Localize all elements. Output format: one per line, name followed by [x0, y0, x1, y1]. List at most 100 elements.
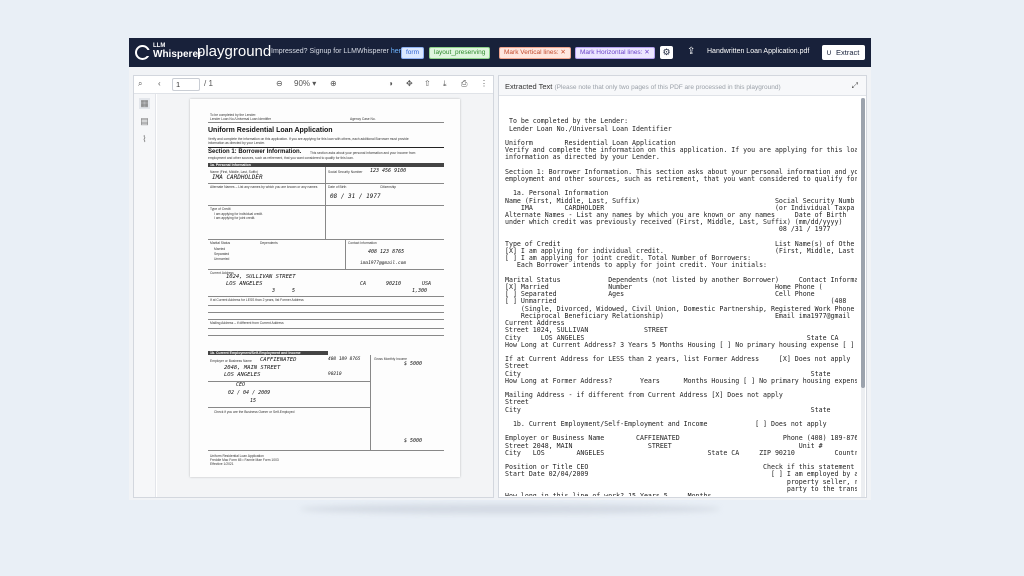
- download-icon[interactable]: ⤓: [443, 79, 447, 89]
- mailing-address-label: Mailing Address – if different from Curr…: [210, 321, 284, 325]
- footer-line-3: Effective 1/2021: [210, 462, 234, 466]
- rule: [208, 319, 444, 320]
- street-value: 1024, SULLIVAN STREET: [226, 274, 296, 280]
- text-scrollbar-thumb[interactable]: [861, 98, 865, 388]
- pdf-sidebar: ▦ ▤ ⌇: [134, 94, 156, 497]
- extract-magnet-icon: ∪: [826, 48, 832, 57]
- tag-mark-horizontal-lines[interactable]: Mark Horizontal lines: ✕: [575, 47, 655, 59]
- logo-ring-icon: [135, 45, 151, 60]
- rule: [208, 305, 444, 306]
- thumbnails-icon[interactable]: ▦: [139, 98, 150, 109]
- extract-button-label: Extract: [836, 48, 860, 57]
- section1-heading: Section 1: Borrower Information.: [208, 149, 302, 155]
- rent-value: 1,300: [412, 288, 428, 294]
- extract-button[interactable]: ∪ Extract: [822, 45, 865, 60]
- verify-text-2: information as directed by your Lender.: [208, 141, 265, 145]
- rule: [208, 205, 444, 206]
- logo-whisperer-text: Whisperer: [153, 49, 202, 60]
- base-income-value: $ 5000: [404, 361, 423, 367]
- pdf-page-area: To be completed by the Lender: Lender Lo…: [157, 94, 493, 497]
- promo-text: Impressed? Signup for LLMWhisperer: [271, 48, 391, 55]
- rule: [345, 239, 346, 269]
- employer-phone: 408 189 8765: [328, 357, 361, 362]
- expand-icon[interactable]: ⤢: [852, 81, 858, 91]
- pdf-page: To be completed by the Lender: Lender Lo…: [190, 99, 460, 477]
- tag-mark-vertical-lines[interactable]: Mark Vertical lines: ✕: [499, 47, 571, 59]
- search-icon[interactable]: ⌕: [138, 79, 142, 89]
- years-in-line-value: 15: [250, 398, 257, 404]
- processing-note: (Please note that only two pages of this…: [554, 84, 781, 91]
- rule: [208, 407, 370, 408]
- zip-value: 90210: [386, 281, 402, 287]
- rule: [208, 147, 444, 148]
- unmarried-option: Unmarried: [214, 257, 230, 261]
- rule: [208, 335, 444, 336]
- share-icon[interactable]: ⇧: [424, 79, 431, 88]
- email-value: ima1977@gmail.com: [360, 261, 407, 266]
- extracted-text-label: Extracted Text: [505, 82, 553, 91]
- settings-gear-icon[interactable]: ⚙: [660, 46, 673, 59]
- zoom-out-icon[interactable]: ⊖: [276, 79, 283, 88]
- rule: [208, 450, 444, 451]
- text-scrollbar[interactable]: [861, 98, 865, 497]
- page-total: / 1: [204, 79, 213, 88]
- dependents-label: Dependents: [260, 241, 278, 245]
- extracted-text-content: To be completed by the Lender: Lender Lo…: [505, 117, 857, 496]
- city-value: LOS ANGELES: [226, 281, 263, 287]
- section1-text: This section asks about your personal in…: [310, 151, 416, 155]
- section1-text-2: employment and other sources, such as re…: [208, 156, 354, 160]
- print-icon[interactable]: ⎙: [461, 79, 467, 89]
- citizenship-label: Citizenship: [380, 185, 397, 189]
- pdf-viewer-panel: ⌕ ‹ 1 / 1 ⊖ 90% ▾ ⊕ ◑ ✥ ⇧ ⤓ ⎙ ⋮ ▦ ▤ ⌇ To…: [133, 75, 494, 498]
- gross-income-label: Gross Monthly Income: [374, 357, 407, 361]
- mode-tag-layout-preserving[interactable]: layout_preserving: [429, 47, 491, 59]
- extracted-text-header: Extracted Text (Please note that only tw…: [499, 76, 866, 96]
- page-number-input[interactable]: 1: [172, 78, 200, 91]
- zoom-level-select[interactable]: 90% ▾: [294, 79, 316, 88]
- rule: [208, 296, 444, 297]
- separated-option: Separated: [214, 252, 230, 256]
- personal-info-heading: 1a. Personal Information: [210, 163, 251, 167]
- type-credit-label: Type of Credit: [210, 207, 231, 211]
- cell-value: 408 123 8765: [368, 249, 405, 255]
- signup-promo: Impressed? Signup for LLMWhisperer here: [271, 48, 405, 55]
- employer-zip: 90210: [328, 372, 342, 377]
- mode-tag-form[interactable]: form: [401, 47, 424, 59]
- rule: [208, 312, 444, 313]
- form-title: Uniform Residential Loan Application: [208, 127, 333, 134]
- contact-label: Contact Information: [348, 241, 377, 245]
- state-value: CA: [360, 281, 367, 287]
- start-date-value: 02 / 04 / 2009: [228, 390, 271, 396]
- rule: [208, 269, 444, 270]
- joint-credit: I am applying for joint credit.: [214, 216, 256, 220]
- zoom-level-value: 90%: [294, 79, 311, 88]
- zoom-in-icon[interactable]: ⊕: [330, 79, 337, 88]
- app-window: LLM Whisperer playground Impressed? Sign…: [129, 38, 871, 500]
- ownership-label: Check if you are the Business Owner or S…: [214, 410, 295, 414]
- country-value: USA: [422, 281, 432, 287]
- name-value: IMA CARDHOLDER: [212, 174, 263, 181]
- employment-heading: 1b. Current Employment/Self-Employment a…: [210, 351, 301, 355]
- rule: [208, 328, 444, 329]
- attachment-icon[interactable]: ⌇: [139, 134, 150, 145]
- employer-city: LOS ANGELES: [224, 372, 261, 378]
- current-filename: Handwritten Loan Application.pdf: [707, 48, 810, 55]
- theme-toggle-icon[interactable]: ◑: [388, 79, 393, 88]
- employer-label: Employer or Business Name: [210, 359, 252, 363]
- rule: [208, 381, 370, 382]
- upload-file-icon[interactable]: ⇪: [687, 46, 697, 58]
- top-bar: LLM Whisperer playground Impressed? Sign…: [129, 38, 871, 67]
- ssn-value: 123 456 9100: [370, 168, 407, 174]
- former-address-label: If at Current Address for LESS than 2 ye…: [210, 298, 304, 302]
- total-income-value: $ 5000: [404, 438, 423, 444]
- prev-page-icon[interactable]: ‹: [158, 79, 161, 88]
- pdf-toolbar: ⌕ ‹ 1 / 1 ⊖ 90% ▾ ⊕ ◑ ✥ ⇧ ⤓ ⎙ ⋮: [134, 76, 493, 94]
- outline-icon[interactable]: ▤: [139, 116, 150, 127]
- employer-street: 2048, MAIN STREET: [224, 365, 281, 371]
- rule: [208, 183, 444, 184]
- pan-tool-icon[interactable]: ✥: [406, 79, 413, 88]
- more-options-icon[interactable]: ⋮: [480, 79, 488, 88]
- extracted-text-body[interactable]: To be completed by the Lender: Lender Lo…: [505, 104, 857, 496]
- llmwhisperer-logo[interactable]: LLM Whisperer: [135, 43, 202, 63]
- dob-label: Date of Birth: [328, 185, 347, 189]
